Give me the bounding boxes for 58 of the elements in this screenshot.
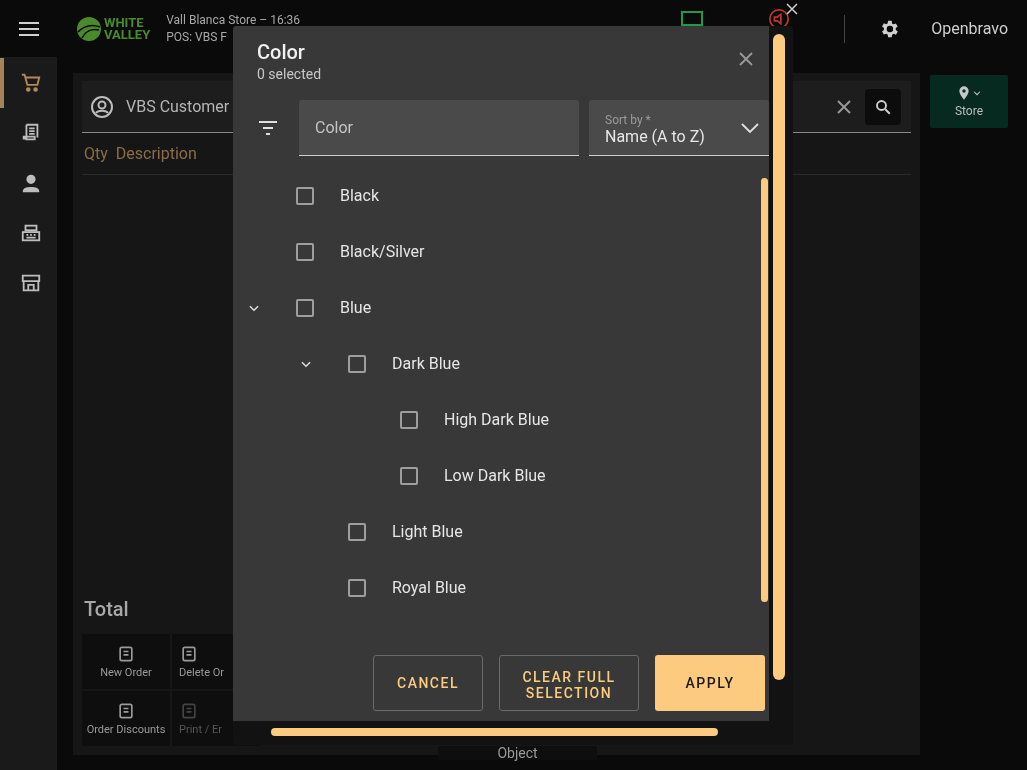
close-icon[interactable]: [835, 97, 853, 116]
filter-icon[interactable]: [259, 121, 277, 135]
pos-info: POS: VBS F: [166, 28, 228, 46]
cart-icon: [19, 72, 42, 94]
tree-item-label[interactable]: Royal Blue: [392, 576, 467, 600]
search-icon: [874, 97, 892, 116]
checkbox[interactable]: [400, 467, 418, 485]
store-button[interactable]: Store: [930, 75, 1008, 128]
tree-item-label[interactable]: Blue: [340, 296, 372, 320]
filter-field[interactable]: Color: [299, 100, 579, 156]
action-label: Delete Or: [179, 667, 224, 679]
search-button[interactable]: [865, 88, 901, 125]
action-tile[interactable]: Order Discounts: [82, 691, 170, 746]
checkbox[interactable]: [348, 523, 366, 541]
account-icon: [90, 94, 114, 119]
sort-value: Name (A to Z): [605, 126, 706, 147]
store-icon: [19, 272, 42, 294]
dialog-button[interactable]: CLEAR FULL SELECTION: [499, 655, 639, 711]
action-label: New Order: [100, 667, 152, 679]
cash-register-icon: [19, 222, 42, 244]
tree-item-label[interactable]: Low Dark Blue: [444, 464, 546, 488]
sort-select[interactable]: Sort by * Name (A to Z): [589, 100, 769, 156]
tree-item-label[interactable]: Black: [340, 184, 380, 208]
sort-label: Sort by *: [605, 112, 652, 127]
column-header: Description: [115, 142, 197, 165]
selection-count: 0 selected: [257, 65, 323, 84]
scrollbar[interactable]: [761, 178, 768, 602]
logo-text: VALLEY: [104, 28, 151, 41]
scrollbar[interactable]: [773, 34, 785, 680]
column-header: Qty: [84, 142, 108, 165]
checkbox[interactable]: [400, 411, 418, 429]
checkbox[interactable]: [348, 355, 366, 373]
location-pin-icon: [956, 83, 972, 102]
action-label: Print / Er: [179, 724, 222, 736]
new-document-icon: [116, 644, 136, 664]
customer-name: VBS Customer: [126, 95, 230, 118]
apply-button[interactable]: APPLY: [655, 655, 765, 711]
tree-item-label[interactable]: High Dark Blue: [444, 408, 549, 432]
scrollbar[interactable]: [271, 728, 718, 736]
checkbox[interactable]: [296, 243, 314, 261]
logo-icon: [76, 15, 102, 42]
menu-icon[interactable]: [19, 21, 39, 36]
dialog-button[interactable]: CANCEL: [373, 655, 483, 711]
total-label: Total: [83, 596, 130, 623]
checkbox[interactable]: [296, 299, 314, 317]
user-name[interactable]: Openbravo: [931, 16, 1008, 41]
chevron-down-icon: [741, 122, 759, 133]
tree-item-label[interactable]: Dark Blue: [392, 352, 460, 376]
action-label: Order Discounts: [86, 724, 166, 736]
close-icon[interactable]: [786, 3, 798, 15]
checkbox[interactable]: [348, 579, 366, 597]
dialog-title: Color: [257, 40, 306, 64]
checkbox[interactable]: [296, 187, 314, 205]
store-info: Vall Blanca Store – 16:36: [166, 11, 301, 29]
tree-item-label[interactable]: Black/Silver: [340, 240, 425, 264]
logo-text: WHITE: [104, 16, 145, 29]
tree-item-label[interactable]: Light Blue: [392, 520, 463, 544]
action-tile[interactable]: New Order: [82, 634, 170, 689]
